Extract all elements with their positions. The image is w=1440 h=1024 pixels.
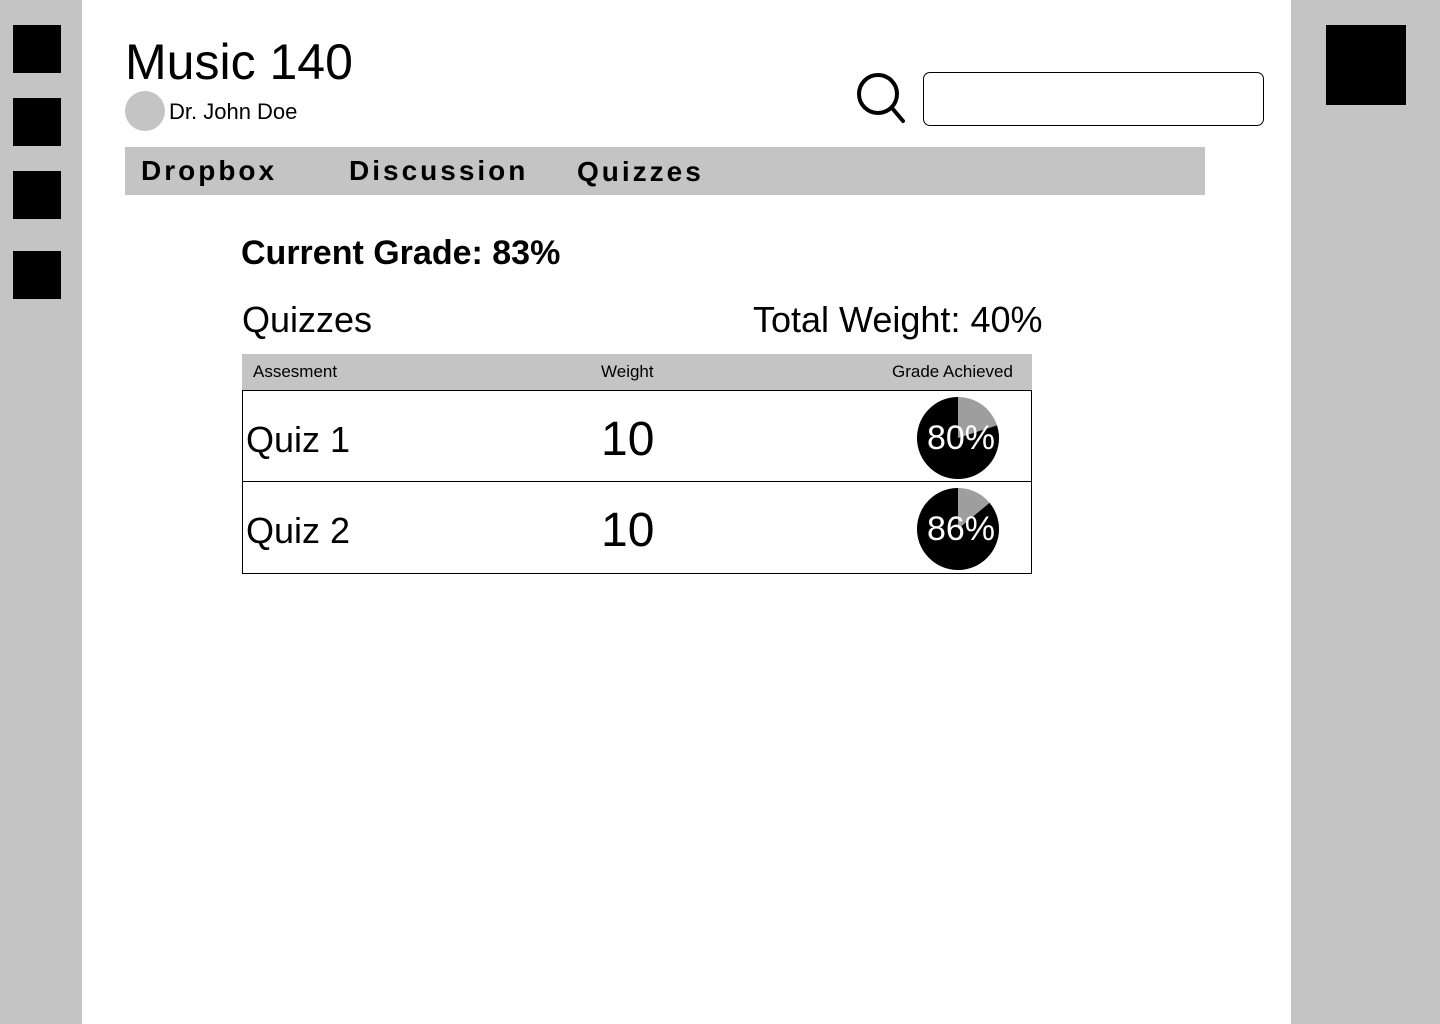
table-header: Assesment Weight Grade Achieved [242, 354, 1032, 390]
right-rail [1291, 0, 1440, 1024]
header-weight: Weight [601, 362, 654, 381]
search-icon[interactable] [855, 71, 905, 125]
instructor-name: Dr. John Doe [169, 99, 298, 124]
search-input[interactable] [923, 72, 1264, 126]
grade-pie: 86% [917, 488, 999, 570]
grades-table: Assesment Weight Grade Achieved Quiz 1 1… [242, 354, 1032, 574]
nav-button-2[interactable] [13, 98, 61, 146]
left-nav-rail [0, 0, 82, 1024]
assessment-weight: 10 [601, 413, 655, 466]
assessment-name: Quiz 2 [246, 510, 351, 551]
tab-discussion[interactable]: Discussion [349, 147, 528, 195]
grade-pie: 80% [917, 397, 999, 479]
nav-button-1[interactable] [13, 25, 61, 73]
avatar [125, 91, 165, 131]
course-title: Music 140 [125, 34, 353, 90]
table-row[interactable]: Quiz 2 10 86% [242, 482, 1032, 574]
header-grade: Grade Achieved [892, 362, 1013, 381]
profile-button[interactable] [1326, 25, 1406, 105]
tab-bar: Dropbox Discussion Quizzes [125, 147, 1205, 195]
tab-quizzes[interactable]: Quizzes [577, 148, 704, 196]
header-assessment: Assesment [253, 362, 338, 381]
assessment-weight: 10 [601, 504, 655, 557]
assessment-name: Quiz 1 [246, 419, 351, 460]
total-weight: Total Weight: 40% [753, 299, 1043, 340]
grade-label: 86% [926, 510, 996, 548]
nav-button-3[interactable] [13, 171, 61, 219]
current-grade: Current Grade: 83% [241, 234, 561, 272]
grade-label: 80% [926, 419, 996, 457]
table-row[interactable]: Quiz 1 10 80% [242, 390, 1032, 482]
nav-button-4[interactable] [13, 251, 61, 299]
tab-dropbox[interactable]: Dropbox [141, 147, 277, 195]
section-title: Quizzes [242, 299, 373, 340]
